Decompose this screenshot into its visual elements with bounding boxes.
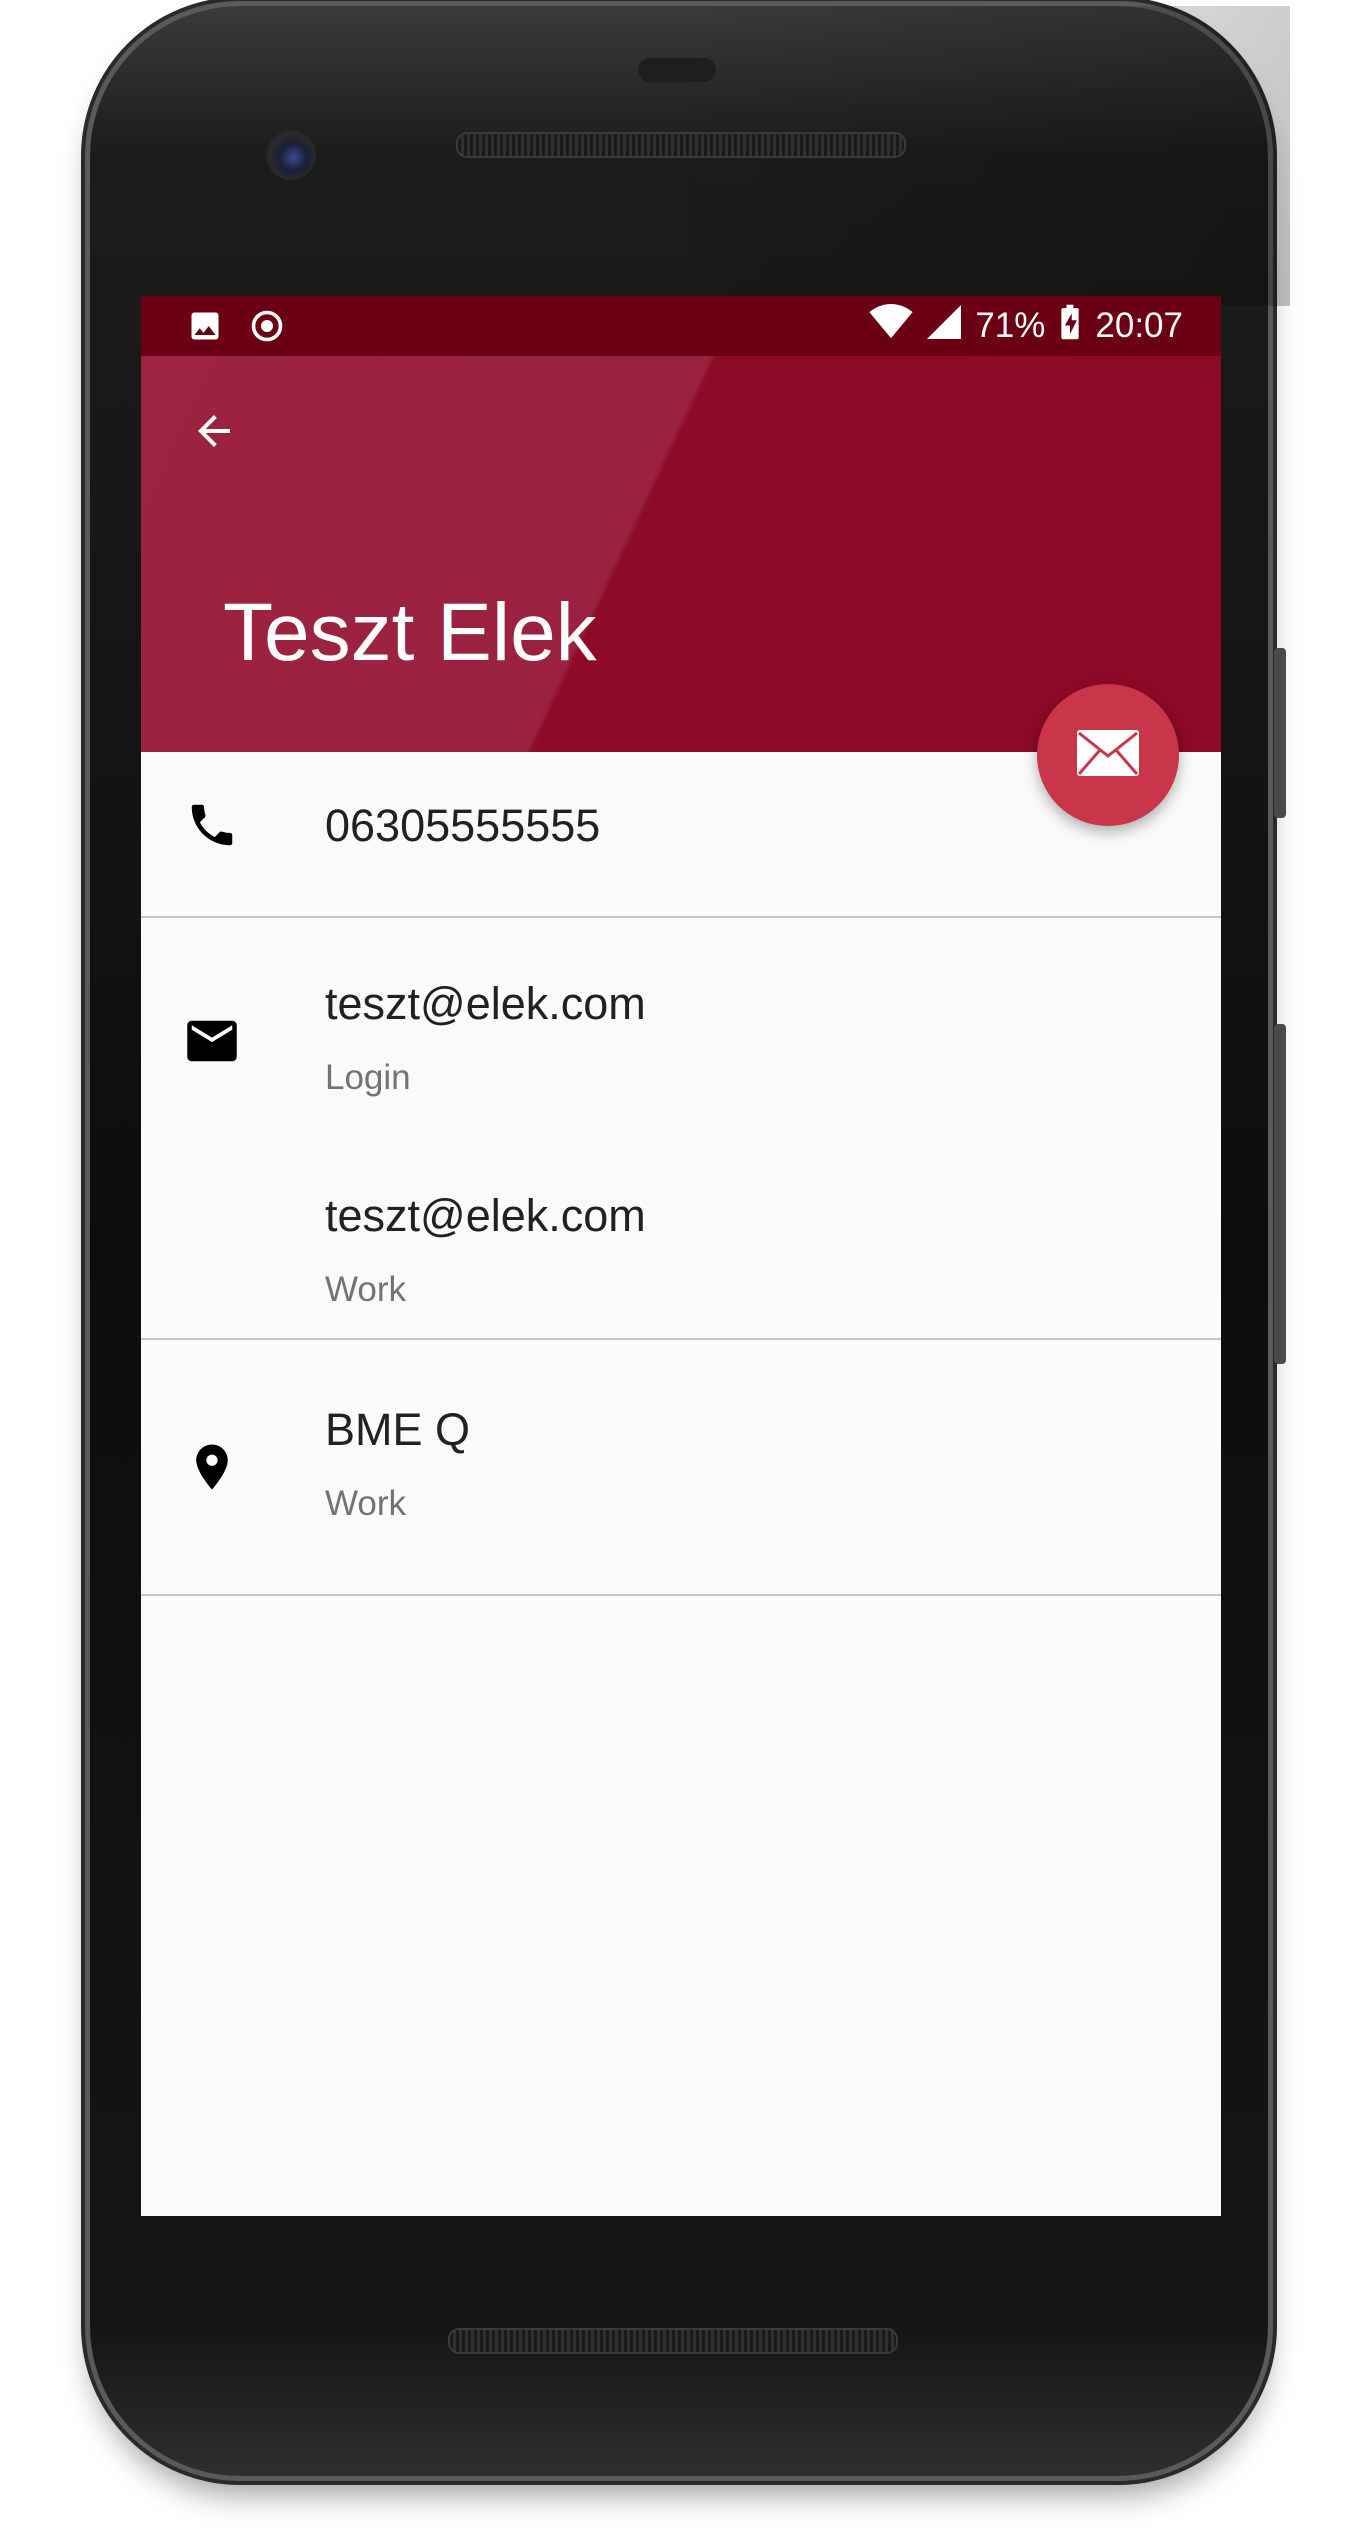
address-type-label: Work	[325, 1484, 407, 1523]
email-type-label: Work	[325, 1270, 407, 1309]
email-icon	[1075, 728, 1141, 783]
contact-name-title: Teszt Elek	[223, 587, 597, 678]
clock: 20:07	[1095, 306, 1183, 345]
collapsing-toolbar: Teszt Elek	[141, 356, 1221, 752]
location-pin-icon	[185, 1440, 239, 1499]
email-icon	[185, 1018, 239, 1069]
send-email-fab[interactable]	[1037, 684, 1179, 826]
arrow-back-icon	[190, 407, 238, 460]
battery-percent: 71%	[975, 306, 1046, 345]
wifi-icon	[869, 303, 913, 349]
image-notification-icon	[187, 308, 223, 349]
battery-charging-icon	[1059, 303, 1081, 350]
app-screen: 71% 20:07 Teszt Elek 06305555555 teszt@e…	[141, 296, 1221, 2216]
status-bar: 71% 20:07	[141, 296, 1221, 356]
email-address: teszt@elek.com	[325, 1190, 646, 1241]
email-address: teszt@elek.com	[325, 978, 646, 1029]
front-camera	[266, 130, 316, 180]
record-notification-icon	[249, 308, 285, 349]
address-row[interactable]: BME Q Work	[141, 1340, 1221, 1594]
status-right-group: 71% 20:07	[869, 296, 1183, 356]
email-type-label: Login	[325, 1058, 411, 1097]
address-value: BME Q	[325, 1404, 471, 1455]
phone-number: 06305555555	[325, 800, 601, 851]
email-row-login[interactable]: teszt@elek.com Login	[141, 918, 1221, 1128]
phone-icon	[185, 798, 239, 857]
power-button	[1274, 648, 1286, 818]
email-row-work[interactable]: teszt@elek.com Work	[141, 1128, 1221, 1338]
volume-button	[1274, 1024, 1286, 1364]
top-sensor	[638, 58, 716, 82]
email-section: teszt@elek.com Login teszt@elek.com Work	[141, 918, 1221, 1340]
back-button[interactable]	[179, 398, 249, 468]
bottom-speaker	[448, 2328, 898, 2354]
top-speaker	[456, 132, 906, 158]
address-section: BME Q Work	[141, 1340, 1221, 1596]
cell-signal-icon	[927, 304, 962, 349]
